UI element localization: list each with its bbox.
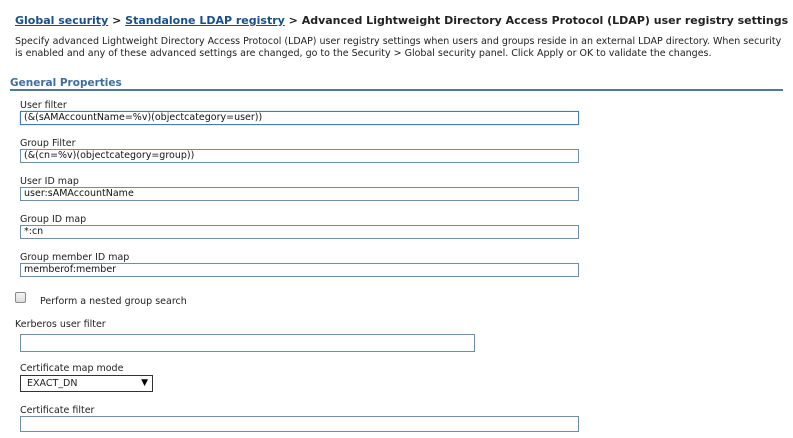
user-id-map-input[interactable]: user:sAMAccountName xyxy=(20,187,579,201)
dropdown-arrow-icon: ▼ xyxy=(141,378,148,388)
group-id-map-input[interactable]: *:cn xyxy=(20,225,579,239)
breadcrumb-separator: > xyxy=(108,14,126,27)
section-title: General Properties xyxy=(10,77,122,89)
breadcrumb-separator: > xyxy=(284,14,302,27)
page-description: Specify advanced Lightweight Directory A… xyxy=(15,36,782,59)
certificate-map-mode-label: Certificate map mode xyxy=(20,363,124,374)
certificate-filter-input[interactable] xyxy=(20,416,579,432)
certificate-filter-label: Certificate filter xyxy=(20,405,95,416)
user-filter-label: User filter xyxy=(20,100,67,111)
nested-group-search-checkbox[interactable] xyxy=(15,292,26,303)
breadcrumb-standalone-ldap-link[interactable]: Standalone LDAP registry xyxy=(125,14,285,27)
group-member-id-map-input[interactable]: memberof:member xyxy=(20,263,579,277)
nested-group-search-label: Perform a nested group search xyxy=(40,296,187,307)
group-member-id-map-label: Group member ID map xyxy=(20,252,130,263)
certificate-map-mode-value: EXACT_DN xyxy=(27,378,78,389)
group-filter-label: Group Filter xyxy=(20,138,76,149)
kerberos-user-filter-label: Kerberos user filter xyxy=(15,319,106,330)
group-id-map-label: Group ID map xyxy=(20,214,87,225)
user-id-map-label: User ID map xyxy=(20,176,79,187)
section-divider xyxy=(10,89,783,91)
user-filter-input[interactable]: (&(sAMAccountName=%v)(objectcategory=use… xyxy=(20,111,579,125)
breadcrumb: Global security > Standalone LDAP regist… xyxy=(15,14,788,27)
certificate-map-mode-select[interactable]: EXACT_DN ▼ xyxy=(20,375,153,392)
group-filter-input[interactable]: (&(cn=%v)(objectcategory=group)) xyxy=(20,149,579,163)
page-title: Advanced Lightweight Directory Access Pr… xyxy=(301,14,789,27)
breadcrumb-global-security-link[interactable]: Global security xyxy=(15,14,108,27)
kerberos-user-filter-input[interactable] xyxy=(20,334,475,352)
